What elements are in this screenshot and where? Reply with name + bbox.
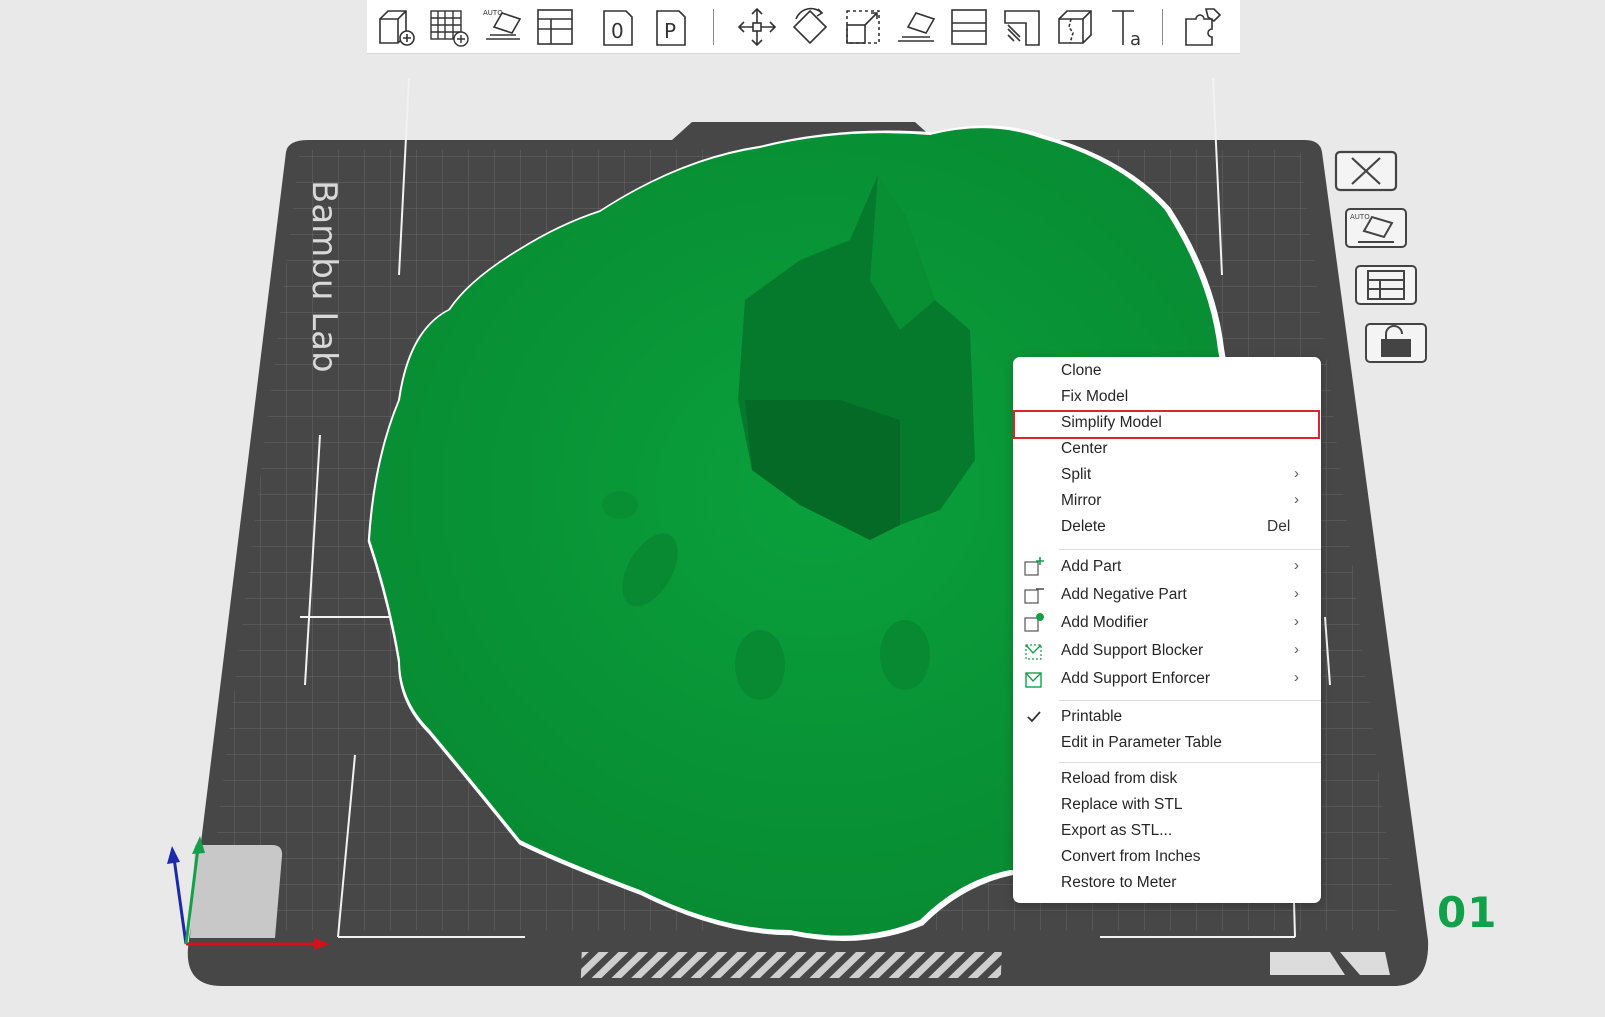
menu-item-fix-model[interactable]: Fix Model	[1013, 385, 1321, 410]
rotate-button[interactable]	[785, 2, 835, 52]
chevron-right-icon: ›	[1294, 585, 1299, 602]
menu-item-center[interactable]: Center	[1013, 437, 1321, 462]
split-to-parts-icon: P	[656, 9, 686, 46]
menu-item-clone[interactable]: Clone	[1013, 359, 1321, 384]
rotate-icon	[792, 7, 828, 44]
main-toolbar: AUTO 0 P a	[367, 0, 1240, 54]
context-menu: Clone Fix Model Simplify Model Center Sp…	[1013, 357, 1321, 903]
chevron-right-icon: ›	[1294, 491, 1299, 508]
scale-button[interactable]	[838, 2, 888, 52]
lay-on-face-icon	[898, 11, 936, 42]
seam-paint-button[interactable]	[1050, 2, 1100, 52]
svg-text:a: a	[1130, 29, 1141, 49]
cut-icon	[951, 8, 987, 45]
grid-plus-icon	[430, 9, 469, 47]
arrange-icon	[537, 8, 573, 45]
svg-text:AUTO: AUTO	[1350, 213, 1370, 221]
auto-orient-button[interactable]: AUTO	[477, 2, 527, 52]
menu-item-reload-from-disk[interactable]: Reload from disk	[1013, 767, 1321, 792]
toolbar-separator	[1162, 8, 1163, 45]
support-paint-icon	[1004, 9, 1040, 46]
unlock-icon	[1365, 323, 1427, 363]
menu-item-delete[interactable]: Delete Del	[1013, 515, 1321, 540]
support-enforcer-icon	[1025, 672, 1042, 688]
cut-button[interactable]	[944, 2, 994, 52]
chevron-right-icon: ›	[1294, 465, 1299, 482]
plate-auto-orient-button[interactable]: AUTO	[1344, 207, 1408, 251]
plate-number: 01	[1437, 888, 1498, 937]
support-paint-button[interactable]	[997, 2, 1047, 52]
split-parts-button[interactable]: P	[646, 2, 696, 52]
menu-separator	[1059, 700, 1321, 701]
menu-item-export-as-stl[interactable]: Export as STL...	[1013, 819, 1321, 844]
text-button[interactable]: a	[1103, 2, 1153, 52]
scale-icon	[846, 9, 880, 44]
plate-arrange-button[interactable]	[1354, 264, 1418, 308]
svg-text:P: P	[664, 19, 676, 43]
menu-item-convert-from-inches[interactable]: Convert from Inches	[1013, 845, 1321, 870]
toolbar-separator	[713, 8, 714, 45]
menu-item-add-part[interactable]: Add Part ›	[1013, 555, 1321, 581]
text-icon: a	[1112, 9, 1141, 49]
chevron-right-icon: ›	[1294, 557, 1299, 574]
menu-item-add-modifier[interactable]: Add Modifier ›	[1013, 611, 1321, 637]
menu-item-restore-to-meter[interactable]: Restore to Meter	[1013, 871, 1321, 896]
auto-orient-icon: AUTO	[1345, 208, 1407, 248]
move-button[interactable]	[732, 2, 782, 52]
move-arrows-icon	[737, 7, 777, 46]
delete-plate-button[interactable]	[1334, 150, 1398, 194]
seam-paint-icon	[1058, 9, 1092, 44]
checkmark-icon	[1027, 711, 1041, 723]
menu-item-replace-with-stl[interactable]: Replace with STL	[1013, 793, 1321, 818]
arrange-icon	[1355, 265, 1417, 305]
support-blocker-icon	[1025, 644, 1042, 660]
menu-item-mirror[interactable]: Mirror ›	[1013, 489, 1321, 514]
close-x-icon	[1334, 150, 1398, 192]
menu-item-add-negative-part[interactable]: Add Negative Part ›	[1013, 583, 1321, 609]
add-modifier-icon	[1024, 613, 1044, 632]
puzzle-icon	[1185, 7, 1222, 46]
chevron-right-icon: ›	[1294, 669, 1299, 686]
shortcut-label: Del	[1267, 518, 1291, 535]
brand-logo: Bambu Lab	[304, 180, 344, 373]
menu-item-printable[interactable]: Printable	[1013, 705, 1321, 730]
lay-on-face-button[interactable]	[891, 2, 941, 52]
split-objects-button[interactable]: 0	[593, 2, 643, 52]
svg-text:0: 0	[611, 19, 624, 43]
assembly-button[interactable]	[1177, 2, 1227, 52]
menu-item-edit-parameter-table[interactable]: Edit in Parameter Table	[1013, 731, 1321, 756]
lock-plate-button[interactable]	[1364, 322, 1428, 366]
menu-separator	[1059, 762, 1321, 763]
split-to-objects-icon: 0	[603, 9, 633, 46]
svg-text:AUTO: AUTO	[483, 9, 503, 17]
cube-plus-icon	[379, 9, 415, 46]
menu-item-split[interactable]: Split ›	[1013, 463, 1321, 488]
chevron-right-icon: ›	[1294, 613, 1299, 630]
arrange-button[interactable]	[530, 2, 580, 52]
add-part-icon	[1024, 557, 1044, 576]
menu-item-simplify-model[interactable]: Simplify Model	[1013, 410, 1320, 439]
menu-separator	[1059, 549, 1321, 550]
add-object-button[interactable]	[371, 2, 421, 52]
auto-orient-icon: AUTO	[483, 9, 522, 40]
chevron-right-icon: ›	[1294, 641, 1299, 658]
menu-item-add-support-enforcer[interactable]: Add Support Enforcer ›	[1013, 667, 1321, 693]
menu-item-add-support-blocker[interactable]: Add Support Blocker ›	[1013, 639, 1321, 665]
add-plate-button[interactable]	[424, 2, 474, 52]
add-negative-part-icon	[1024, 588, 1044, 604]
